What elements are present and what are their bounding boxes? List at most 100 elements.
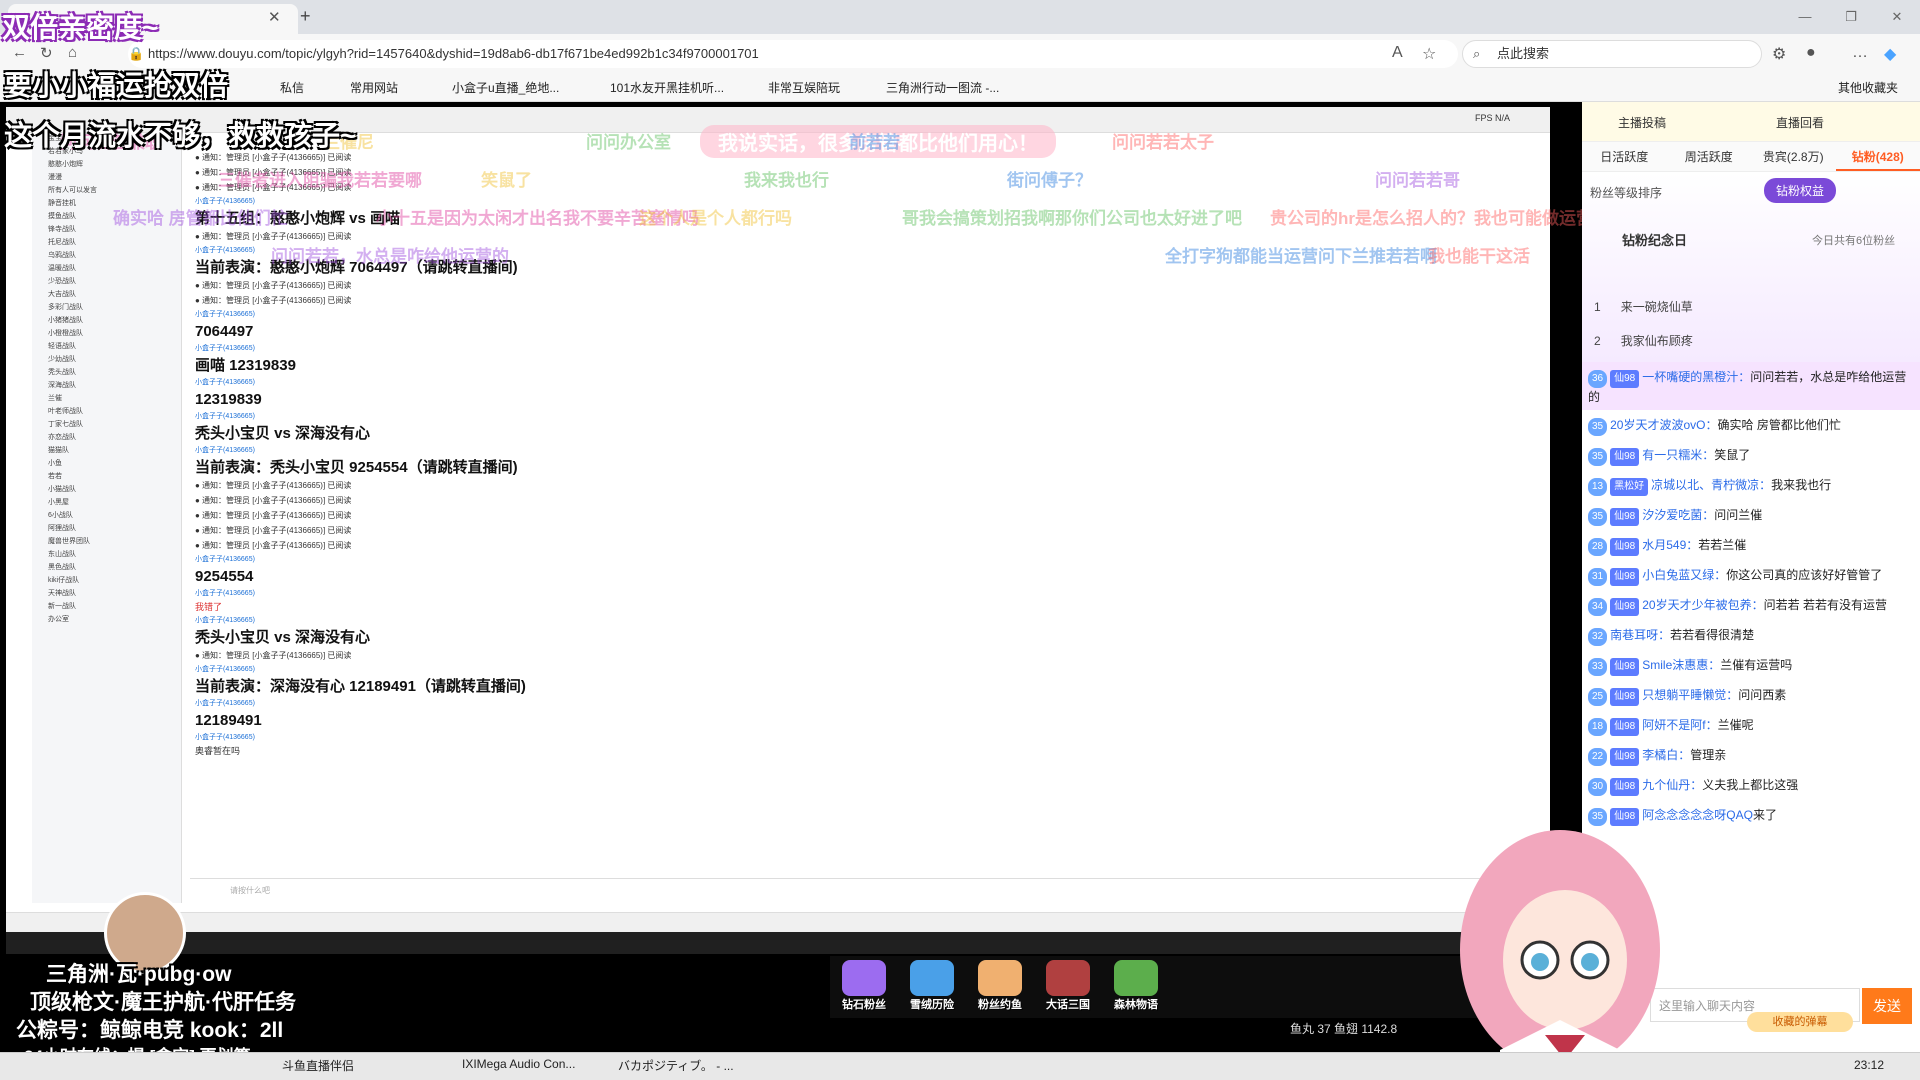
chat-username[interactable]: Smile沫惠惠： (1642, 658, 1720, 672)
bookmark-2[interactable]: 小盒子u直播_绝地... (452, 79, 559, 96)
chat-username[interactable]: 一杯嘴硬的黑橙汁： (1642, 370, 1750, 384)
fan-benefits-button[interactable]: 钻粉权益 (1764, 178, 1837, 203)
taskbar-item[interactable]: バカポジティブ。 - ... (618, 1057, 734, 1074)
channel-row[interactable]: 办公室 (32, 614, 181, 627)
channel-row[interactable]: 乌鸦战队 (32, 250, 181, 263)
chat-username[interactable]: 凉城以北、青柠微凉： (1651, 478, 1771, 492)
channel-row[interactable]: 天神战队 (32, 588, 181, 601)
gift-item[interactable]: 大话三国 (1040, 960, 1096, 1014)
taskbar-item[interactable]: 斗鱼直播伴侣 (282, 1057, 354, 1074)
channel-row[interactable]: 兰催 (32, 393, 181, 406)
channel-row[interactable]: 深海战队 (32, 380, 181, 393)
replay-link[interactable]: 直播回看 (1776, 114, 1824, 131)
url-field[interactable]: 🔒 https://www.douyu.com/topic/ylgyh?rid=1… (128, 40, 1458, 68)
channel-row[interactable]: 多彩门战队 (32, 302, 181, 315)
channel-row[interactable]: 少恐战队 (32, 276, 181, 289)
channel-row[interactable]: 新一战队 (32, 601, 181, 614)
extensions-icon[interactable]: ⚙ (1772, 44, 1786, 64)
chat-item[interactable]: 35 仙98 汐汐爱吃菌：问问兰催 (1582, 500, 1920, 530)
channel-row[interactable]: 叶老师战队 (32, 406, 181, 419)
channel-row[interactable]: 小橙橙战队 (32, 328, 181, 341)
gift-item[interactable]: 雪绒历险 (904, 960, 960, 1014)
channel-row[interactable]: 若若 (32, 471, 181, 484)
more-icon[interactable]: … (1852, 44, 1868, 62)
channel-row[interactable]: 丁家七战队 (32, 419, 181, 432)
chat-username[interactable]: 李橘白： (1642, 748, 1690, 762)
channel-row[interactable]: 温暖战队 (32, 263, 181, 276)
chat-username[interactable]: 水月549： (1642, 538, 1698, 552)
chat-username[interactable]: 有一只糯米： (1642, 448, 1714, 462)
collect-danmaku-button[interactable]: 收藏的弹幕 (1747, 1012, 1853, 1032)
yy-chat-input[interactable]: 请按什么吧 (190, 878, 1550, 908)
chat-username[interactable]: 阿妍不是阿f： (1642, 718, 1717, 732)
chat-item[interactable]: 25 仙98 只想躺平睡懒觉：问问西素 (1582, 680, 1920, 710)
channel-row[interactable]: 小猫战队 (32, 484, 181, 497)
channel-row[interactable]: 阿狸战队 (32, 523, 181, 536)
gift-item[interactable]: 粉丝约鱼 (972, 960, 1028, 1014)
send-button[interactable]: 发送 (1862, 988, 1912, 1024)
channel-row[interactable]: 6小战队 (32, 510, 181, 523)
tab-weekly[interactable]: 周活跃度 (1667, 142, 1752, 171)
bookmark-5[interactable]: 三角洲行动一图流 -... (886, 79, 999, 96)
other-bookmarks[interactable]: 其他收藏夹 (1838, 79, 1898, 96)
channel-row[interactable]: 大吉战队 (32, 289, 181, 302)
read-aloud-icon[interactable]: A (1392, 44, 1403, 62)
channel-row[interactable]: 漫漫 (32, 172, 181, 185)
tab-daily[interactable]: 日活跃度 (1582, 142, 1667, 171)
channel-row[interactable]: kiki仔战队 (32, 575, 181, 588)
channel-row[interactable]: 小黑屋 (32, 497, 181, 510)
bookmark-4[interactable]: 非常互娱陪玩 (768, 79, 840, 96)
back-icon[interactable]: ← (12, 44, 27, 61)
tab-diamond-fans[interactable]: 钻粉(428) (1835, 142, 1920, 171)
channel-row[interactable]: 所有人可以发言 (32, 185, 181, 198)
chat-item[interactable]: 13 黑松好 凉城以北、青柠微凉：我来我也行 (1582, 470, 1920, 500)
rank-row[interactable]: 1 来一碗烧仙草 (1594, 298, 1693, 315)
chat-item[interactable]: 32 南巷耳呀：若若看得很清楚 (1582, 620, 1920, 650)
chat-item[interactable]: 30 仙98 九个仙丹：义夫我上都比这强 (1582, 770, 1920, 800)
channel-row[interactable]: 小猪猪战队 (32, 315, 181, 328)
gift-item[interactable]: 钻石粉丝 (836, 960, 892, 1014)
new-tab-icon[interactable]: + (300, 6, 311, 27)
favorite-icon[interactable]: ☆ (1422, 44, 1436, 64)
minimize-icon[interactable]: — (1782, 0, 1828, 34)
chat-item[interactable]: 28 仙98 水月549：若若兰催 (1582, 530, 1920, 560)
chat-item[interactable]: 18 仙98 阿妍不是阿f：兰催呢 (1582, 710, 1920, 740)
restore-icon[interactable]: ❐ (1828, 0, 1874, 34)
chat-item[interactable]: 22 仙98 李橘白：管理亲 (1582, 740, 1920, 770)
fan-sort-label[interactable]: 粉丝等级排序 (1590, 184, 1662, 201)
channel-row[interactable]: 亦恋战队 (32, 432, 181, 445)
chat-username[interactable]: 20岁天才波波ovO： (1610, 418, 1717, 432)
rank-row[interactable]: 2 我家仙布顾疼 (1594, 332, 1693, 349)
channel-row[interactable]: 黑色战队 (32, 562, 181, 575)
copilot-icon[interactable]: ◆ (1884, 44, 1896, 64)
chat-item[interactable]: 31 仙98 小白兔蓝又绿：你这公司真的应该好好管管了 (1582, 560, 1920, 590)
chat-username[interactable]: 只想躺平睡懒觉： (1642, 688, 1738, 702)
channel-row[interactable]: 轻语战队 (32, 341, 181, 354)
refresh-icon[interactable]: ↻ (40, 44, 53, 62)
search-box[interactable]: ⌕ 点此搜索 (1462, 40, 1762, 68)
window-close-icon[interactable]: ✕ (1874, 0, 1920, 34)
tab-vip[interactable]: 贵宾(2.8万) (1751, 142, 1836, 171)
chat-username[interactable]: 20岁天才少年被包养： (1642, 598, 1763, 612)
chat-item[interactable]: 35 20岁天才波波ovO：确实哈 房管都比他们忙 (1582, 410, 1920, 440)
taskbar-item[interactable]: IXIMega Audio Con... (462, 1057, 575, 1071)
profile-icon[interactable]: ● (1806, 44, 1816, 62)
channel-row[interactable]: 秃头战队 (32, 367, 181, 380)
chat-username[interactable]: 汐汐爱吃菌： (1642, 508, 1714, 522)
anchor-post-link[interactable]: 主播投稿 (1618, 114, 1666, 131)
chat-item[interactable]: 35 仙98 有一只糯米：笑鼠了 (1582, 440, 1920, 470)
channel-row[interactable]: 憨憨小炮辉 (32, 159, 181, 172)
channel-row[interactable]: 少幼战队 (32, 354, 181, 367)
bookmark-3[interactable]: 101水友开黑挂机听... (610, 79, 724, 96)
channel-row[interactable]: 东山战队 (32, 549, 181, 562)
chat-username[interactable]: 南巷耳呀： (1610, 628, 1670, 642)
channel-row[interactable]: 小鱼 (32, 458, 181, 471)
chat-item[interactable]: 36 仙98 一杯嘴硬的黑橙汁：问问若若，水总是咋给他运营的 (1582, 362, 1920, 410)
chat-item[interactable]: 34 仙98 20岁天才少年被包养：问若若 若若有没有运营 (1582, 590, 1920, 620)
chat-username[interactable]: 小白兔蓝又绿： (1642, 568, 1726, 582)
close-icon[interactable]: ✕ (268, 8, 281, 26)
gift-item[interactable]: 森林物语 (1108, 960, 1164, 1014)
bookmark-1[interactable]: 常用网站 (350, 79, 398, 96)
bookmark-0[interactable]: 私信 (280, 79, 304, 96)
chat-item[interactable]: 33 仙98 Smile沫惠惠：兰催有运营吗 (1582, 650, 1920, 680)
